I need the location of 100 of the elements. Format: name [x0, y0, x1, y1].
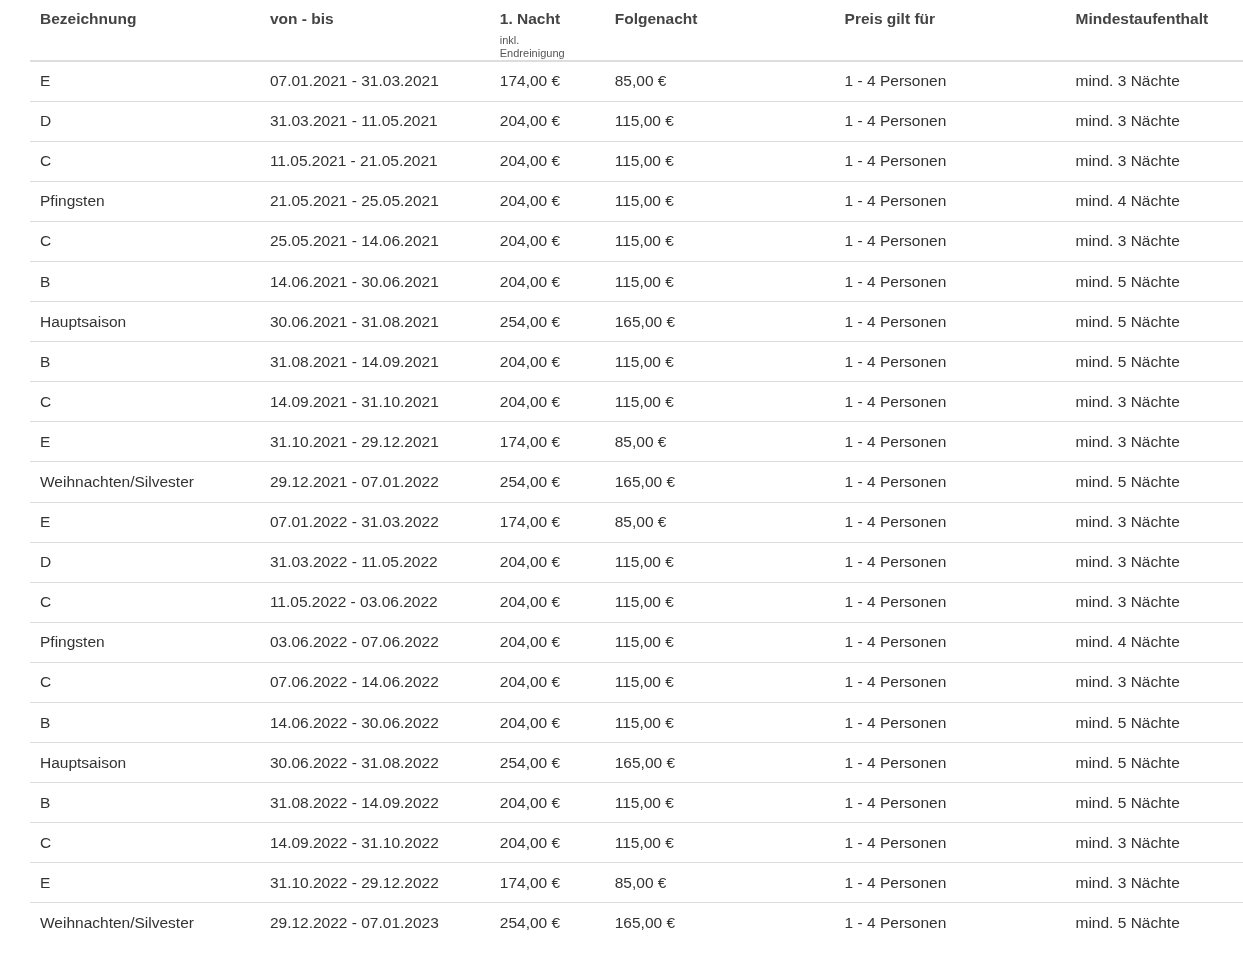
table-cell: mind. 3 Nächte — [1075, 392, 1180, 410]
table-cell: 29.12.2022 - 07.01.2023 — [269, 914, 439, 932]
table-cell: 1 - 4 Personen — [844, 473, 947, 490]
table-cell: 03.06.2022 - 07.06.2022 — [269, 633, 439, 651]
table-cell: 14.06.2022 - 30.06.2022 — [269, 713, 439, 731]
table-cell: 31.08.2022 - 14.09.2022 — [269, 793, 439, 811]
table-cell: Pfingsten — [40, 633, 105, 651]
table-cell: E — [40, 72, 51, 90]
table-cell: 115,00 € — [614, 352, 674, 370]
column-header: von - bis — [269, 10, 335, 28]
table-cell: 29.12.2021 - 07.01.2022 — [269, 473, 439, 490]
table-cell: C — [40, 152, 52, 170]
table-cell: 204,00 € — [499, 112, 561, 130]
table-cell: B — [40, 793, 51, 811]
table-cell: mind. 3 Nächte — [1075, 553, 1180, 571]
table-cell: 254,00 € — [499, 473, 561, 490]
table-cell: mind. 5 Nächte — [1075, 272, 1180, 290]
table-cell: mind. 3 Nächte — [1075, 112, 1180, 130]
table-cell: Weihnachten/Silvester — [40, 473, 194, 490]
table-cell: C — [40, 232, 52, 250]
table-cell: 31.10.2022 - 29.12.2022 — [269, 873, 439, 891]
table-cell: 1 - 4 Personen — [844, 152, 947, 170]
table-cell: 1 - 4 Personen — [844, 833, 947, 851]
table-cell: mind. 5 Nächte — [1075, 753, 1180, 771]
table-cell: E — [40, 432, 51, 450]
table-cell: 115,00 € — [614, 633, 674, 651]
table-cell: 31.08.2021 - 14.09.2021 — [269, 352, 439, 370]
table-cell: 1 - 4 Personen — [844, 72, 947, 90]
table-cell: 1 - 4 Personen — [844, 713, 947, 731]
table-cell: 165,00 € — [614, 473, 676, 490]
table-cell: 204,00 € — [499, 352, 561, 370]
table-cell: 14.09.2022 - 31.10.2022 — [269, 833, 439, 851]
table-cell: mind. 3 Nächte — [1075, 593, 1180, 611]
table-cell: 174,00 € — [499, 513, 561, 531]
table-cell: 1 - 4 Personen — [844, 192, 947, 210]
table-cell: 85,00 € — [614, 513, 667, 531]
table-cell: 25.05.2021 - 14.06.2021 — [269, 232, 439, 250]
table-cell: 115,00 € — [614, 152, 674, 170]
table-cell: mind. 4 Nächte — [1075, 633, 1180, 651]
table-cell: mind. 5 Nächte — [1075, 793, 1180, 811]
table-cell: 204,00 € — [499, 152, 561, 170]
table-cell: 1 - 4 Personen — [844, 914, 947, 932]
table-cell: 204,00 € — [499, 192, 561, 210]
table-cell: 115,00 € — [614, 833, 674, 851]
table-cell: 115,00 € — [614, 673, 674, 691]
table-cell: C — [40, 673, 52, 691]
table-cell: 1 - 4 Personen — [844, 312, 947, 330]
table-cell: D — [40, 112, 52, 130]
table-cell: 174,00 € — [499, 432, 561, 450]
column-header: Preis gilt für — [844, 10, 937, 28]
table-cell: mind. 5 Nächte — [1075, 914, 1180, 932]
table-cell: 115,00 € — [614, 793, 674, 811]
table-cell: 204,00 € — [499, 633, 561, 651]
table-cell: 254,00 € — [499, 914, 561, 932]
column-header: Folgenacht — [614, 10, 699, 28]
table-cell: mind. 5 Nächte — [1075, 713, 1180, 731]
table-cell: mind. 3 Nächte — [1075, 873, 1180, 891]
table-cell: mind. 5 Nächte — [1075, 352, 1180, 370]
table-cell: 204,00 € — [499, 232, 561, 250]
table-cell: 07.01.2022 - 31.03.2022 — [269, 513, 439, 531]
table-cell: 1 - 4 Personen — [844, 352, 947, 370]
table-cell: 115,00 € — [614, 112, 674, 130]
table-cell: E — [40, 513, 51, 531]
table-cell: 31.03.2021 - 11.05.2021 — [269, 112, 438, 130]
table-cell: 115,00 € — [614, 553, 674, 571]
table-cell: B — [40, 272, 51, 290]
table-cell: 1 - 4 Personen — [844, 392, 947, 410]
column-header: 1. Nacht — [499, 10, 562, 28]
table-cell: 85,00 € — [614, 72, 667, 90]
table-cell: D — [40, 553, 52, 571]
table-cell: 11.05.2022 - 03.06.2022 — [269, 593, 438, 611]
table-cell: 1 - 4 Personen — [844, 673, 947, 691]
table-cell: 115,00 € — [614, 232, 674, 250]
table-cell: C — [40, 593, 52, 611]
table-cell: 1 - 4 Personen — [844, 553, 947, 571]
table-cell: 174,00 € — [499, 873, 561, 891]
table-cell: 204,00 € — [499, 713, 561, 731]
table-cell: Pfingsten — [40, 192, 105, 210]
table-cell: 165,00 € — [614, 312, 676, 330]
table-cell: B — [40, 352, 51, 370]
table-cell: C — [40, 833, 52, 851]
table-cell: 31.10.2021 - 29.12.2021 — [269, 432, 439, 450]
table-cell: mind. 3 Nächte — [1075, 513, 1180, 531]
table-cell: 254,00 € — [499, 753, 561, 771]
table-cell: 1 - 4 Personen — [844, 272, 947, 290]
table-cell: 204,00 € — [499, 793, 561, 811]
table-cell: 115,00 € — [614, 272, 674, 290]
table-cell: 1 - 4 Personen — [844, 753, 947, 771]
table-cell: 85,00 € — [614, 873, 667, 891]
table-cell: Weihnachten/Silvester — [40, 914, 194, 932]
column-header: Mindestaufenthalt — [1075, 10, 1210, 28]
table-cell: 85,00 € — [614, 432, 667, 450]
table-cell: mind. 4 Nächte — [1075, 192, 1180, 210]
table-cell: 204,00 € — [499, 673, 561, 691]
table-cell: 1 - 4 Personen — [844, 112, 947, 130]
table-cell: 1 - 4 Personen — [844, 633, 947, 651]
table-cell: 1 - 4 Personen — [844, 593, 947, 611]
table-cell: mind. 5 Nächte — [1075, 312, 1180, 330]
table-cell: mind. 3 Nächte — [1075, 833, 1180, 851]
table-cell: 1 - 4 Personen — [844, 432, 947, 450]
